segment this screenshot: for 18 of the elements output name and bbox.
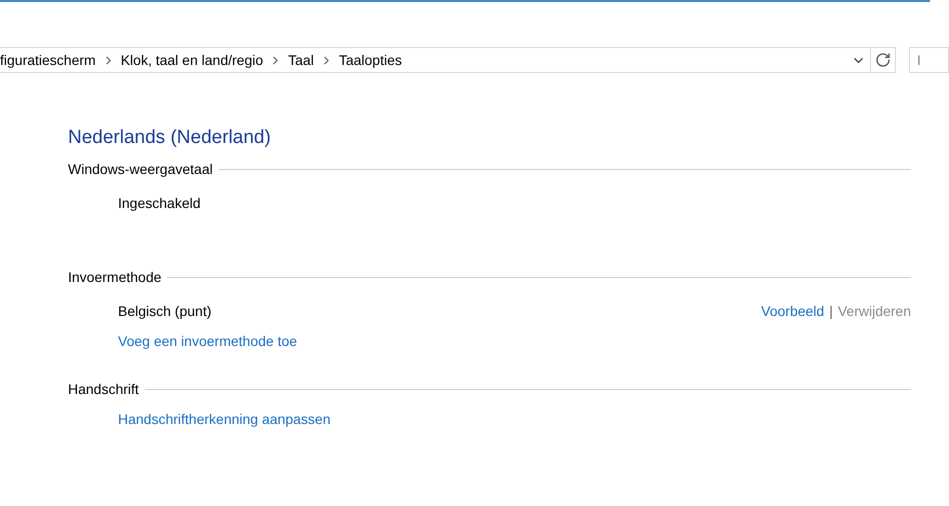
input-method-name: Belgisch (punt) [118, 302, 212, 320]
refresh-button[interactable] [870, 47, 896, 73]
link[interactable]: Handschriftherkenning aanpassen [118, 410, 330, 428]
page-title: Nederlands (Nederland) [68, 126, 272, 150]
breadcrumb[interactable]: Taalopties [338, 50, 402, 70]
status-text: Ingeschakeld [118, 194, 202, 212]
separator: | [829, 302, 833, 320]
action-link[interactable]: Voorbeeld [761, 302, 824, 320]
breadcrumb[interactable]: Klok, taal en land/regio [120, 50, 264, 70]
refresh-icon [874, 52, 891, 68]
address-bar[interactable]: figuratiescherm Klok, taal en land/regio Taal Taalopties [0, 47, 871, 73]
section-heading: Handschrift [68, 380, 139, 398]
section-heading: Invoermethode [68, 268, 162, 286]
search-field[interactable]: I [909, 47, 949, 73]
breadcrumb[interactable]: figuratiescherm [0, 50, 96, 70]
section-heading: Windows-weergavetaal [68, 160, 213, 179]
breadcrumb[interactable]: Taal [288, 50, 314, 70]
link[interactable]: Voeg een invoermethode toe [118, 332, 298, 350]
